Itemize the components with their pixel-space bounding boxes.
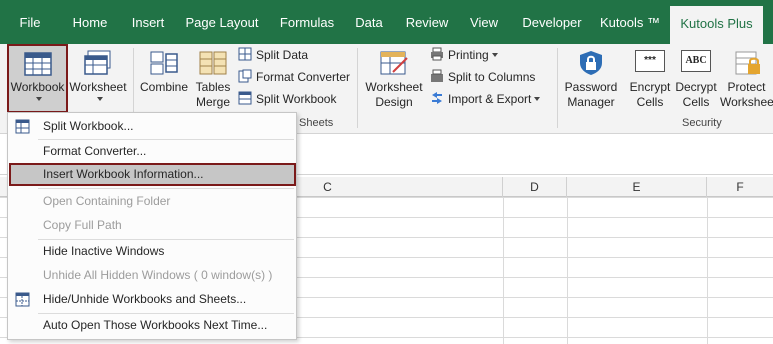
chevron-down-icon <box>491 53 498 57</box>
split-data-button[interactable]: Split Data <box>238 45 308 65</box>
menu-item-label: Hide Inactive Windows <box>43 244 165 258</box>
worksheet-label: Worksheet <box>69 80 127 94</box>
worksheet-design-button[interactable]: Worksheet Design <box>362 50 426 110</box>
workbook-label: Workbook <box>10 80 65 94</box>
tab-kutools[interactable]: Kutools ™ <box>598 0 662 44</box>
menu-item-open-containing-folder[interactable]: Open Containing Folder <box>9 190 295 213</box>
split-data-icon <box>238 47 252 61</box>
workbook-dropdown-menu: Split Workbook... Format Converter... In… <box>7 112 297 340</box>
encrypt-cells-label-2: Cells <box>636 95 664 109</box>
column-header-d[interactable]: D <box>503 177 567 197</box>
tables-merge-label-1: Tables <box>195 80 231 94</box>
combine-label: Combine <box>139 80 189 94</box>
password-manager-label-2: Manager <box>567 95 615 109</box>
menu-item-hide-unhide-workbooks-sheets[interactable]: Hide/Unhide Workbooks and Sheets... <box>9 288 295 311</box>
chevron-down-icon <box>36 97 42 101</box>
password-manager-button[interactable]: Password Manager <box>562 50 620 110</box>
tab-data[interactable]: Data <box>348 0 390 44</box>
worksheet-design-label-2: Design <box>375 95 413 109</box>
menu-item-label: Copy Full Path <box>43 218 122 232</box>
menu-item-label: Format Converter... <box>43 144 147 158</box>
tab-developer[interactable]: Developer <box>515 0 589 44</box>
tables-merge-icon <box>199 51 227 75</box>
tables-merge-label-2: Merge <box>195 95 230 109</box>
group-label-security: Security <box>682 117 722 129</box>
split-workbook-label: Split Workbook <box>256 92 337 106</box>
workbook-icon <box>23 52 52 76</box>
chevron-down-icon <box>96 97 103 101</box>
shield-lock-icon <box>580 51 602 75</box>
tab-formulas[interactable]: Formulas <box>272 0 342 44</box>
chevron-down-icon <box>534 97 541 101</box>
menu-item-auto-open-workbooks[interactable]: Auto Open Those Workbooks Next Time... <box>9 314 295 337</box>
split-workbook-icon <box>15 119 30 134</box>
worksheet-button[interactable]: Worksheet <box>68 50 128 103</box>
menu-item-label: Split Workbook... <box>43 119 134 133</box>
menu-item-format-converter[interactable]: Format Converter... <box>9 140 295 163</box>
grid-line <box>567 197 568 344</box>
menu-item-label: Insert Workbook Information... <box>43 167 204 181</box>
split-workbook-button[interactable]: Split Workbook <box>238 89 336 109</box>
menu-item-label: Unhide All Hidden Windows ( 0 window(s) … <box>43 268 273 282</box>
tab-kutools-plus[interactable]: Kutools Plus <box>670 6 763 44</box>
tab-page-layout[interactable]: Page Layout <box>180 0 264 44</box>
menu-separator <box>38 188 294 189</box>
menu-item-label: Hide/Unhide Workbooks and Sheets... <box>43 292 247 306</box>
printer-icon <box>431 47 443 61</box>
import-export-label: Import & Export <box>448 92 532 106</box>
ribbon-separator <box>557 48 558 128</box>
encrypt-icon: *** <box>635 50 665 72</box>
tab-home[interactable]: Home <box>63 0 117 44</box>
format-converter-icon <box>238 69 252 83</box>
combine-icon <box>150 51 178 75</box>
format-converter-button[interactable]: Format Converter <box>238 67 350 87</box>
column-header-f[interactable]: F <box>707 177 773 197</box>
protect-worksheet-label-1: Protect <box>727 80 766 94</box>
protect-worksheet-icon <box>735 51 760 75</box>
combine-button[interactable]: Combine <box>137 50 191 95</box>
group-label-sheets: Sheets <box>299 117 334 129</box>
protect-worksheet-button[interactable]: Protect Workshee <box>720 50 773 110</box>
menu-item-insert-workbook-information[interactable]: Insert Workbook Information... <box>9 163 296 186</box>
decrypt-cells-button[interactable]: ABC Decrypt Cells <box>672 50 720 110</box>
printing-label: Printing <box>448 48 489 62</box>
password-manager-label-1: Password <box>564 80 618 94</box>
import-export-icon <box>432 92 442 104</box>
encrypt-cells-button[interactable]: *** Encrypt Cells <box>625 50 675 110</box>
menu-item-split-workbook[interactable]: Split Workbook... <box>9 115 295 138</box>
worksheet-design-label-1: Worksheet <box>365 80 423 94</box>
ribbon-tab-bar: File Home Insert Page Layout Formulas Da… <box>0 0 773 44</box>
worksheet-design-icon <box>380 51 408 75</box>
menu-item-label: Auto Open Those Workbooks Next Time... <box>43 318 268 332</box>
format-converter-label: Format Converter <box>256 70 351 84</box>
workbook-button[interactable]: Workbook <box>7 44 68 113</box>
encrypt-cells-label-1: Encrypt <box>629 80 671 94</box>
split-to-columns-label: Split to Columns <box>448 70 536 84</box>
tab-view[interactable]: View <box>462 0 506 44</box>
decrypt-cells-label-2: Cells <box>682 95 710 109</box>
split-data-label: Split Data <box>256 48 309 62</box>
menu-item-unhide-all-hidden-windows[interactable]: Unhide All Hidden Windows ( 0 window(s) … <box>9 264 295 287</box>
ribbon-separator <box>357 48 358 128</box>
tab-file[interactable]: File <box>10 0 50 44</box>
split-to-columns-icon <box>431 69 443 82</box>
grid-line <box>503 197 504 344</box>
worksheet-icon <box>84 50 111 75</box>
tab-review[interactable]: Review <box>398 0 456 44</box>
grid-line <box>707 197 708 344</box>
menu-item-label: Open Containing Folder <box>43 194 171 208</box>
decrypt-cells-label-1: Decrypt <box>675 80 717 94</box>
import-export-button[interactable]: Import & Export <box>430 89 541 109</box>
decrypt-icon: ABC <box>681 50 711 72</box>
menu-item-hide-inactive-windows[interactable]: Hide Inactive Windows <box>9 240 295 263</box>
tables-merge-button[interactable]: Tables Merge <box>193 50 233 110</box>
tab-insert[interactable]: Insert <box>123 0 173 44</box>
protect-worksheet-label-2: Workshee <box>720 95 773 109</box>
hide-unhide-icon <box>15 292 30 307</box>
split-workbook-icon <box>238 91 252 105</box>
menu-item-copy-full-path[interactable]: Copy Full Path <box>9 214 295 237</box>
printing-button[interactable]: Printing <box>430 45 498 65</box>
split-to-columns-button[interactable]: Split to Columns <box>430 67 535 87</box>
column-header-e[interactable]: E <box>567 177 707 197</box>
